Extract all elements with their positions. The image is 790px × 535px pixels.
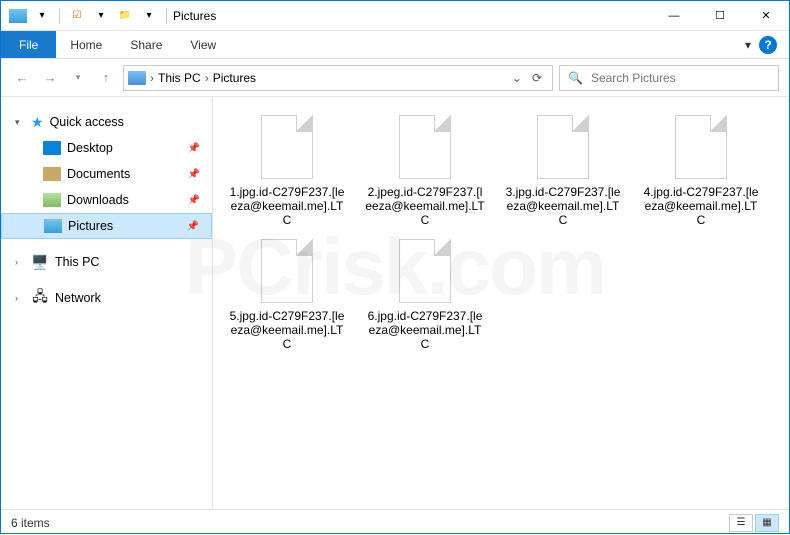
window-title: Pictures	[173, 9, 216, 23]
file-name: 1.jpg.id-C279F237.[leeza@keemail.me].LTC	[227, 185, 347, 227]
network-icon: 🖧	[31, 291, 49, 305]
close-button[interactable]: ✕	[743, 1, 789, 31]
quick-access-label: Quick access	[50, 115, 124, 129]
sidebar-item-label: Downloads	[67, 193, 129, 207]
new-folder-icon[interactable]: 📁	[114, 5, 136, 27]
file-item[interactable]: 6.jpg.id-C279F237.[leeza@keemail.me].LTC	[365, 239, 485, 351]
chevron-right-icon[interactable]: ›	[15, 293, 25, 303]
folder-icon	[43, 141, 61, 155]
sidebar-item-label: Documents	[67, 167, 130, 181]
file-grid: 1.jpg.id-C279F237.[leeza@keemail.me].LTC…	[227, 115, 775, 351]
properties-icon[interactable]: ☑	[66, 5, 88, 27]
tab-view[interactable]: View	[176, 31, 230, 58]
network-label: Network	[55, 291, 101, 305]
folder-icon[interactable]	[7, 5, 29, 27]
folder-icon	[43, 193, 61, 207]
breadcrumb[interactable]: › This PC › Pictures ⌄ ⟳	[123, 65, 553, 91]
pin-icon: 📌	[188, 143, 200, 154]
content-pane[interactable]: 1.jpg.id-C279F237.[leeza@keemail.me].LTC…	[213, 97, 789, 509]
search-icon: 🔍	[568, 71, 583, 85]
qat: ▾ ☑ ▾ 📁 ▾ Pictures	[1, 5, 216, 27]
file-icon	[675, 115, 727, 179]
star-icon: ★	[31, 114, 44, 131]
main: ▾ ★ Quick access Desktop📌Documents📌Downl…	[1, 97, 789, 509]
pin-icon: 📌	[188, 195, 200, 206]
this-pc[interactable]: › 🖥️ This PC	[1, 249, 212, 275]
back-button[interactable]: ←	[11, 67, 33, 89]
recent-dropdown[interactable]: ▾	[67, 67, 89, 89]
file-item[interactable]: 3.jpg.id-C279F237.[leeza@keemail.me].LTC	[503, 115, 623, 227]
divider	[166, 8, 167, 24]
divider	[59, 8, 60, 24]
maximize-button[interactable]: ☐	[697, 1, 743, 31]
qat-customize[interactable]: ▾	[138, 5, 160, 27]
navigation-pane: ▾ ★ Quick access Desktop📌Documents📌Downl…	[1, 97, 213, 509]
pin-icon: 📌	[187, 221, 199, 232]
file-item[interactable]: 1.jpg.id-C279F237.[leeza@keemail.me].LTC	[227, 115, 347, 227]
title-bar: ▾ ☑ ▾ 📁 ▾ Pictures — ☐ ✕	[1, 1, 789, 31]
file-tab[interactable]: File	[1, 31, 56, 58]
qat-drop-2[interactable]: ▾	[90, 5, 112, 27]
file-icon	[261, 239, 313, 303]
window-controls: — ☐ ✕	[651, 1, 789, 31]
address-dropdown-icon[interactable]: ⌄	[512, 71, 522, 85]
pc-icon: 🖥️	[31, 255, 49, 269]
ribbon: File Home Share View ▾ ?	[1, 31, 789, 59]
ribbon-expand-icon[interactable]: ▾	[745, 38, 751, 52]
file-name: 2.jpeg.id-C279F237.[leeza@keemail.me].LT…	[365, 185, 485, 227]
location-icon	[128, 71, 146, 85]
item-count: 6 items	[11, 516, 50, 530]
this-pc-label: This PC	[55, 255, 99, 269]
pin-icon: 📌	[188, 169, 200, 180]
file-name: 6.jpg.id-C279F237.[leeza@keemail.me].LTC	[365, 309, 485, 351]
breadcrumb-item[interactable]: This PC	[158, 71, 201, 85]
refresh-icon[interactable]: ⟳	[532, 71, 542, 85]
chevron-down-icon[interactable]: ▾	[15, 117, 25, 128]
file-name: 5.jpg.id-C279F237.[leeza@keemail.me].LTC	[227, 309, 347, 351]
qat-drop-1[interactable]: ▾	[31, 5, 53, 27]
search-placeholder: Search Pictures	[591, 71, 676, 85]
file-icon	[537, 115, 589, 179]
forward-button[interactable]: →	[39, 67, 61, 89]
file-item[interactable]: 2.jpeg.id-C279F237.[leeza@keemail.me].LT…	[365, 115, 485, 227]
tab-share[interactable]: Share	[116, 31, 176, 58]
network[interactable]: › 🖧 Network	[1, 285, 212, 311]
thumbnails-view-button[interactable]: ▦	[755, 514, 779, 532]
status-bar: 6 items ☰ ▦	[1, 509, 789, 535]
help-icon[interactable]: ?	[759, 36, 777, 54]
quick-access[interactable]: ▾ ★ Quick access	[1, 109, 212, 135]
search-input[interactable]: 🔍 Search Pictures	[559, 65, 779, 91]
address-bar: ← → ▾ ↑ › This PC › Pictures ⌄ ⟳ 🔍 Searc…	[1, 59, 789, 97]
sidebar-item-pictures[interactable]: Pictures 📌	[1, 213, 212, 239]
file-item[interactable]: 4.jpg.id-C279F237.[leeza@keemail.me].LTC	[641, 115, 761, 227]
file-name: 4.jpg.id-C279F237.[leeza@keemail.me].LTC	[641, 185, 761, 227]
tab-home[interactable]: Home	[56, 31, 116, 58]
file-item[interactable]: 5.jpg.id-C279F237.[leeza@keemail.me].LTC	[227, 239, 347, 351]
sidebar-item-desktop[interactable]: Desktop 📌	[1, 135, 212, 161]
file-icon	[399, 115, 451, 179]
file-name: 3.jpg.id-C279F237.[leeza@keemail.me].LTC	[503, 185, 623, 227]
breadcrumb-item[interactable]: Pictures	[213, 71, 256, 85]
chevron-right-icon[interactable]: ›	[15, 257, 25, 267]
up-button[interactable]: ↑	[95, 67, 117, 89]
sidebar-item-label: Pictures	[68, 219, 113, 233]
chevron-right-icon[interactable]: ›	[150, 71, 154, 85]
file-icon	[261, 115, 313, 179]
minimize-button[interactable]: —	[651, 1, 697, 31]
sidebar-item-label: Desktop	[67, 141, 113, 155]
sidebar-item-documents[interactable]: Documents 📌	[1, 161, 212, 187]
details-view-button[interactable]: ☰	[729, 514, 753, 532]
file-icon	[399, 239, 451, 303]
sidebar-item-downloads[interactable]: Downloads 📌	[1, 187, 212, 213]
chevron-right-icon[interactable]: ›	[205, 71, 209, 85]
folder-icon	[44, 219, 62, 233]
folder-icon	[43, 167, 61, 181]
